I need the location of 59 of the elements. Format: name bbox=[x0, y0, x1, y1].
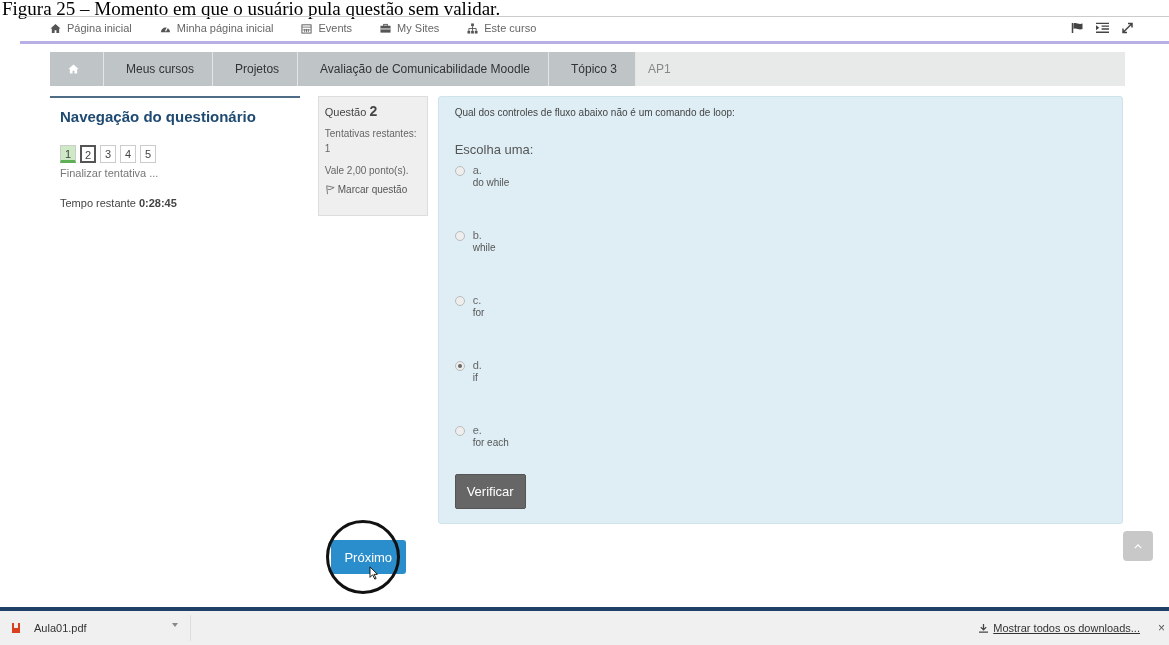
nav-link[interactable]: Events bbox=[301, 22, 353, 34]
option-text: while bbox=[472, 242, 496, 253]
breadcrumb-link[interactable]: Avaliação de Comunicabilidade Moodle bbox=[297, 52, 548, 86]
prompt-text: Escolha uma: bbox=[454, 142, 535, 157]
radio-button[interactable] bbox=[454, 426, 465, 436]
option-text: do while bbox=[472, 177, 510, 188]
question-text: Qual dos controles de fluxo abaixo não é um comando de loop: bbox=[454, 107, 736, 118]
close-button[interactable]: × bbox=[1158, 621, 1165, 635]
home-icon bbox=[50, 22, 61, 34]
question-label: Questão bbox=[324, 106, 367, 118]
option-letter: b. bbox=[472, 229, 483, 241]
indent-icon[interactable] bbox=[1096, 22, 1109, 34]
question-number-button[interactable]: 2 bbox=[80, 145, 96, 163]
option-letter: c. bbox=[472, 294, 483, 306]
nav-link[interactable]: My Sites bbox=[380, 22, 440, 34]
check-button[interactable]: Verificar bbox=[454, 474, 526, 509]
nav-link[interactable]: Página inicial bbox=[50, 22, 132, 34]
nav-link[interactable]: Este curso bbox=[467, 22, 537, 34]
radio-button[interactable] bbox=[454, 361, 465, 371]
caret-icon bbox=[1134, 543, 1142, 549]
points-text: Vale 2,00 ponto(s). bbox=[324, 164, 410, 178]
flag-question-link[interactable]: Marcar questão bbox=[324, 184, 427, 195]
question-number-button[interactable]: 1 bbox=[60, 145, 76, 163]
breadcrumb-link[interactable]: Projetos bbox=[212, 52, 298, 86]
finish-attempt-link[interactable]: Finalizar tentativa ... bbox=[50, 163, 300, 179]
attempts-text: Tentativas restantes: 1 bbox=[324, 127, 418, 156]
radio-button[interactable] bbox=[454, 166, 465, 176]
home-icon[interactable] bbox=[50, 52, 103, 86]
radio-button[interactable] bbox=[454, 231, 465, 241]
pdf-icon bbox=[10, 622, 22, 634]
question-number-button[interactable]: 3 bbox=[100, 145, 116, 163]
download-icon bbox=[979, 623, 989, 633]
block-title: Navegação do questionário bbox=[59, 108, 257, 125]
nav-link[interactable]: Minha página inicial bbox=[159, 22, 274, 34]
question-number-button[interactable]: 5 bbox=[140, 145, 156, 163]
option-text: for each bbox=[472, 437, 509, 448]
show-all-downloads-link[interactable]: Mostrar todos os downloads... bbox=[979, 622, 1140, 634]
breadcrumb-link[interactable]: Meus cursos bbox=[103, 52, 213, 86]
question-number: 2 bbox=[369, 103, 378, 119]
question-number-button[interactable]: 4 bbox=[120, 145, 136, 163]
radio-button[interactable] bbox=[454, 296, 465, 306]
option-letter: e. bbox=[472, 424, 483, 436]
calendar-icon bbox=[301, 22, 313, 34]
flag-icon bbox=[324, 184, 335, 195]
caret-icon[interactable] bbox=[172, 623, 178, 627]
next-button[interactable]: Próximo bbox=[330, 540, 406, 574]
sitemap-icon bbox=[467, 22, 479, 34]
cursor-icon bbox=[368, 566, 378, 580]
download-item[interactable]: Aula01.pdf bbox=[0, 615, 191, 641]
option-text: if bbox=[472, 372, 479, 383]
option-letter: d. bbox=[472, 359, 482, 371]
briefcase-icon bbox=[380, 22, 392, 34]
option-letter: a. bbox=[472, 164, 483, 176]
breadcrumb-link[interactable]: Tópico 3 bbox=[548, 52, 635, 86]
expand-icon[interactable] bbox=[1121, 22, 1134, 34]
time-remaining: Tempo restante 0:28:45 bbox=[59, 196, 178, 209]
option-text: for bbox=[472, 307, 485, 318]
flag-icon[interactable] bbox=[1071, 22, 1084, 34]
scroll-top-button[interactable] bbox=[1123, 531, 1153, 561]
